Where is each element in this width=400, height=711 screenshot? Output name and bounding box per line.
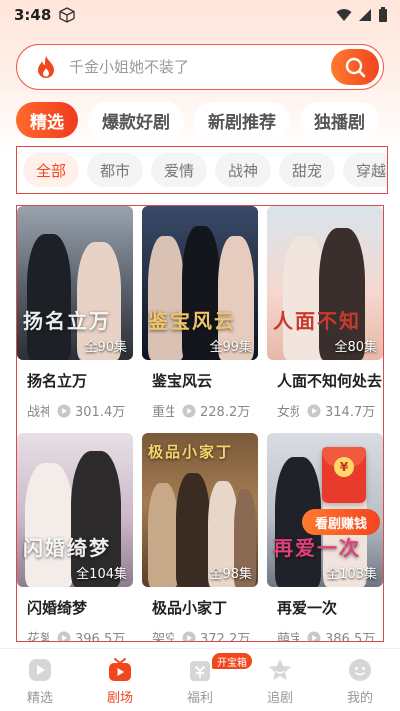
signal-icon xyxy=(359,9,371,21)
genre-tab-sweet[interactable]: 甜宠 xyxy=(279,153,335,187)
drama-genre: 萌宝 xyxy=(277,632,299,642)
view-count: 386.5万 xyxy=(325,632,376,642)
battery-icon xyxy=(379,7,387,22)
episode-count: 全98集 xyxy=(209,567,252,582)
nav-label: 精选 xyxy=(26,691,53,706)
status-bar: 3:48 xyxy=(0,0,400,30)
nav-label: 福利 xyxy=(186,691,213,706)
episode-count: 全103集 xyxy=(326,567,377,582)
drama-genre: 架空 xyxy=(152,632,174,642)
drama-poster[interactable]: 鉴宝风云 全99集 xyxy=(142,206,258,360)
star-icon xyxy=(269,659,291,680)
nav-label: 我的 xyxy=(346,691,373,706)
episode-count: 全90集 xyxy=(84,340,127,355)
status-icons xyxy=(336,7,388,23)
view-count: 301.4万 xyxy=(75,405,126,420)
view-count: 396.5万 xyxy=(75,632,126,642)
box-icon xyxy=(59,7,75,23)
poster-title: 扬名立万 xyxy=(23,309,111,333)
view-count: 314.7万 xyxy=(325,405,376,420)
drama-card[interactable]: 极品小家丁 全98集 极品小家丁 架空 372.2万 xyxy=(142,433,258,642)
play-count-icon xyxy=(307,404,321,417)
drama-poster[interactable]: 闪婚绮梦 全104集 xyxy=(17,433,133,587)
face-icon xyxy=(349,659,371,681)
play-count-icon xyxy=(307,631,321,641)
category-tab-exclusive[interactable]: 独播剧 xyxy=(300,102,379,138)
search-icon xyxy=(345,57,366,78)
coin-icon: ¥ xyxy=(334,457,354,477)
play-count-icon xyxy=(182,631,196,641)
earn-money-widget[interactable]: ¥ 看剧赚钱 xyxy=(302,447,380,543)
drama-card[interactable]: 鉴宝风云 全99集 鉴宝风云 重生 228.2万 xyxy=(142,206,258,420)
drama-poster[interactable]: 人面不知 全80集 xyxy=(267,206,383,360)
earn-money-button[interactable]: 看剧赚钱 xyxy=(302,509,380,535)
play-count-icon xyxy=(57,404,71,417)
drama-meta: 重生 228.2万 xyxy=(142,401,258,420)
status-time: 3:48 xyxy=(14,6,52,24)
episode-count: 全80集 xyxy=(334,340,377,355)
nav-label: 追剧 xyxy=(266,691,293,706)
genre-tab-urban[interactable]: 都市 xyxy=(87,153,143,187)
poster-title: 人面不知 xyxy=(273,309,361,333)
nav-item-theater[interactable]: 剧场 xyxy=(80,649,160,711)
drama-grid: 扬名立万 全90集 扬名立万 战神 301.4万 鉴宝风云 全99集 鉴宝风云 … xyxy=(16,205,384,642)
drama-meta: 战神 301.4万 xyxy=(17,401,133,420)
drama-poster[interactable]: 扬名立万 全90集 xyxy=(17,206,133,360)
search-input[interactable] xyxy=(69,58,309,76)
nav-item-featured[interactable]: 精选 xyxy=(0,649,80,711)
nav-item-profile[interactable]: 我的 xyxy=(320,649,400,711)
gift-icon xyxy=(190,661,210,681)
genre-tab-all[interactable]: 全部 xyxy=(23,153,79,187)
category-tab-hits[interactable]: 爆款好剧 xyxy=(88,102,184,138)
drama-title: 鉴宝风云 xyxy=(152,372,213,390)
play-icon xyxy=(29,659,51,681)
genre-tab-war-god[interactable]: 战神 xyxy=(215,153,271,187)
bottom-nav: 精选 剧场 福利 开宝箱 追剧 我的 xyxy=(0,648,400,711)
view-count: 228.2万 xyxy=(200,405,251,420)
drama-title: 闪婚绮梦 xyxy=(27,599,88,617)
category-tab-featured[interactable]: 精选 xyxy=(16,102,78,138)
nav-item-following[interactable]: 追剧 xyxy=(240,649,320,711)
drama-meta: 萌宝 386.5万 xyxy=(267,628,383,642)
category-tabs: 精选 爆款好剧 新剧推荐 独播剧 xyxy=(16,102,400,138)
drama-title: 再爱一次 xyxy=(277,599,338,617)
drama-genre: 花絮 xyxy=(27,632,49,642)
wifi-icon xyxy=(336,9,352,21)
poster-title: 鉴宝风云 xyxy=(148,309,236,333)
drama-card[interactable]: 扬名立万 全90集 扬名立万 战神 301.4万 xyxy=(17,206,133,420)
flame-icon xyxy=(38,56,54,78)
drama-title: 人面不知何处去 xyxy=(277,372,383,390)
red-envelope-icon: ¥ xyxy=(322,447,366,503)
search-bar[interactable] xyxy=(16,44,384,90)
drama-meta: 架空 372.2万 xyxy=(142,628,258,642)
play-count-icon xyxy=(57,631,71,641)
view-count: 372.2万 xyxy=(200,632,251,642)
drama-genre: 女频 xyxy=(277,405,299,420)
nav-label: 剧场 xyxy=(106,691,133,706)
drama-card[interactable]: 闪婚绮梦 全104集 闪婚绮梦 花絮 396.5万 xyxy=(17,433,133,642)
search-button[interactable] xyxy=(331,49,379,85)
poster-title: 闪婚绮梦 xyxy=(23,536,111,560)
drama-poster[interactable]: 极品小家丁 全98集 xyxy=(142,433,258,587)
play-count-icon xyxy=(182,404,196,417)
genre-tab-time-travel[interactable]: 穿越 xyxy=(343,153,387,187)
category-tab-new[interactable]: 新剧推荐 xyxy=(194,102,290,138)
episode-count: 全104集 xyxy=(76,567,127,582)
tv-icon xyxy=(109,658,131,681)
drama-title: 极品小家丁 xyxy=(152,599,228,617)
drama-genre: 重生 xyxy=(152,405,174,420)
genre-tab-romance[interactable]: 爱情 xyxy=(151,153,207,187)
poster-title: 极品小家丁 xyxy=(148,443,234,461)
episode-count: 全99集 xyxy=(209,340,252,355)
drama-meta: 花絮 396.5万 xyxy=(17,628,133,642)
drama-card[interactable]: 人面不知 全80集 人面不知何处去 女频 314.7万 xyxy=(267,206,383,420)
genre-filter-tabs: 全部 都市 爱情 战神 甜宠 穿越 xyxy=(16,146,388,194)
nav-item-welfare[interactable]: 福利 开宝箱 xyxy=(160,649,252,711)
drama-meta: 女频 314.7万 xyxy=(267,401,383,420)
drama-genre: 战神 xyxy=(27,405,49,420)
drama-title: 扬名立万 xyxy=(27,372,88,390)
